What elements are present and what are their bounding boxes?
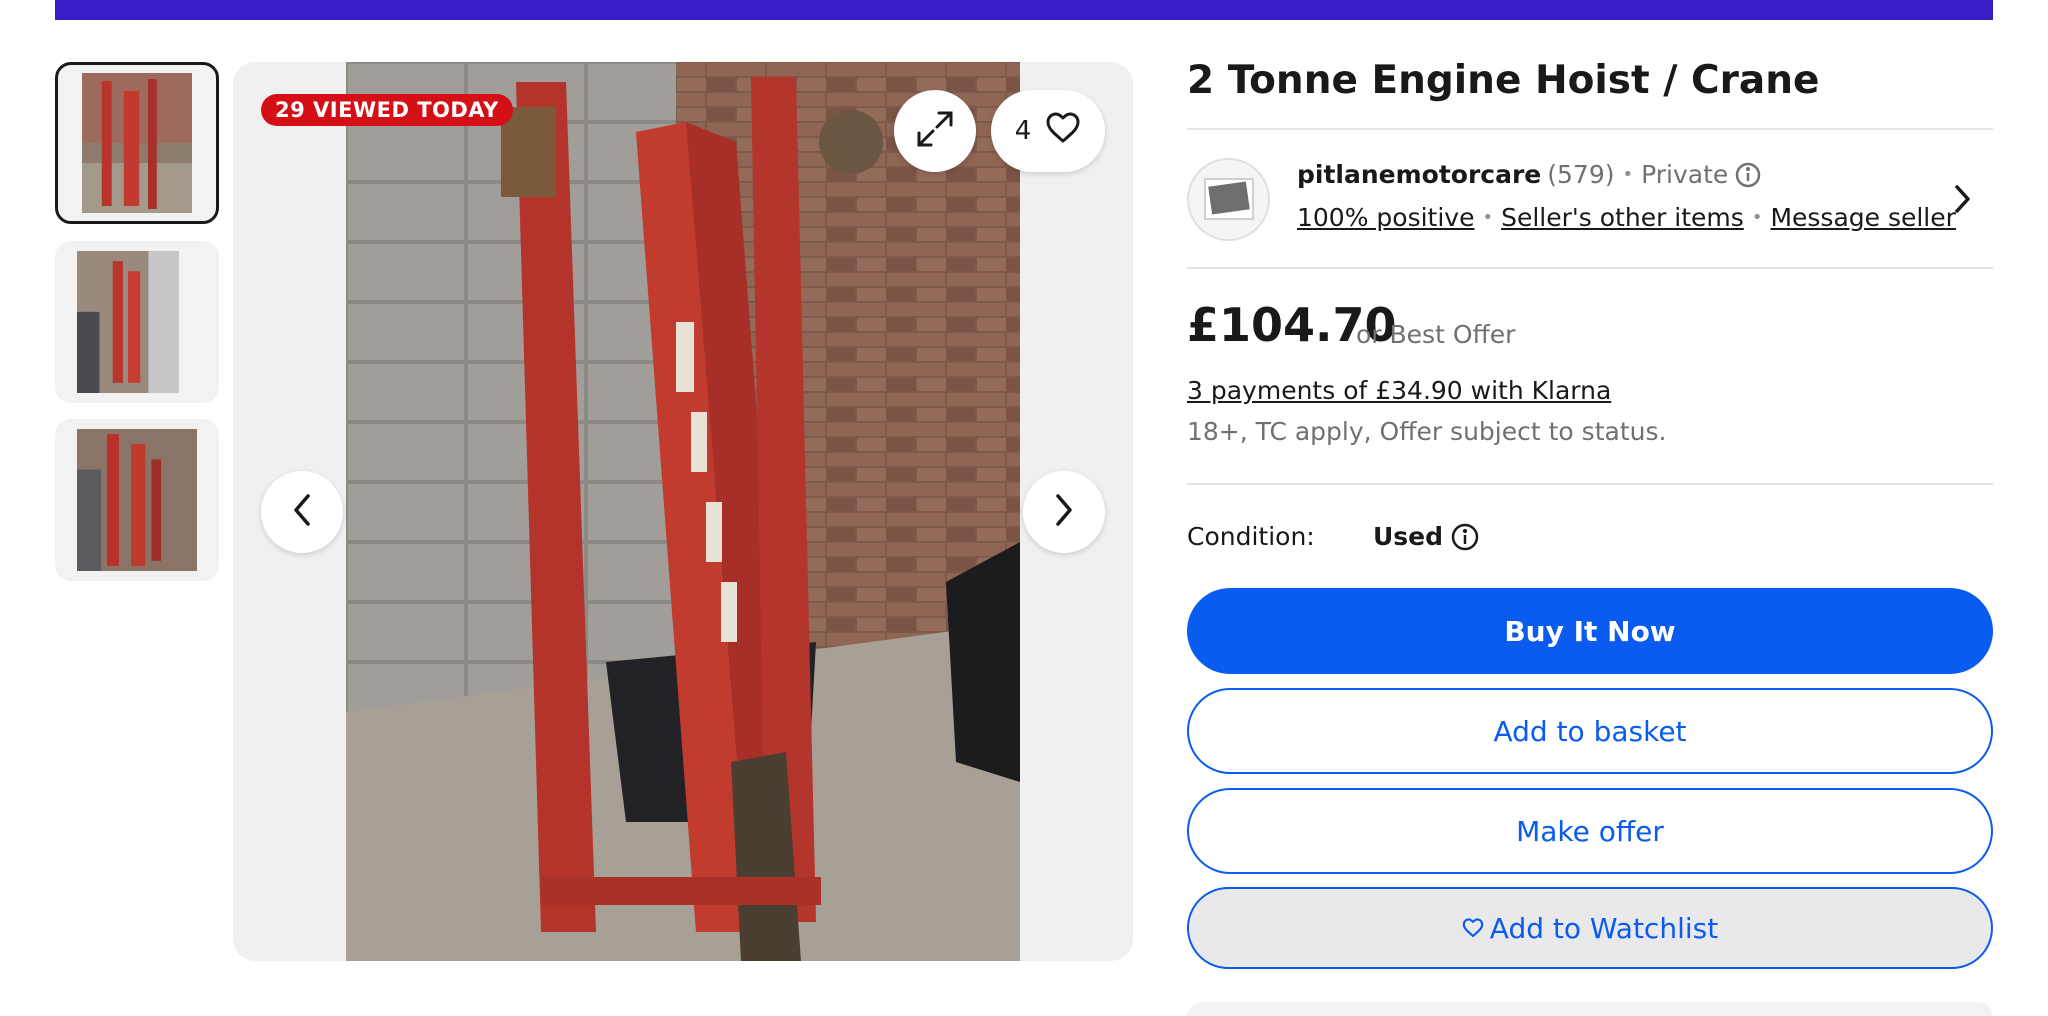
make-offer-button[interactable]: Make offer [1187, 788, 1993, 874]
heart-icon [1045, 112, 1081, 151]
top-banner-bar [55, 0, 1993, 20]
viewed-today-badge: 29 VIEWED TODAY [261, 94, 513, 126]
chevron-right-icon [1052, 492, 1076, 532]
seller-type: Private [1641, 160, 1729, 189]
best-offer-label: or Best Offer [1356, 320, 1516, 349]
klarna-terms: 18+, TC apply, Offer subject to status. [1187, 417, 1667, 446]
next-section-card [1187, 1002, 1993, 1016]
seller-avatar[interactable] [1187, 158, 1270, 241]
condition-value: Used [1373, 522, 1444, 551]
chevron-left-icon [290, 492, 314, 532]
thumbnail-3-image [77, 429, 197, 571]
seller-links: 100% positive • Seller's other items • M… [1297, 203, 1956, 232]
condition-info-icon[interactable] [1450, 522, 1480, 556]
divider [1187, 128, 1993, 130]
message-seller-link[interactable]: Message seller [1770, 203, 1955, 232]
expand-icon [915, 109, 955, 153]
thumbnail-2-image [77, 251, 179, 393]
seller-feedback-count: (579) [1547, 160, 1615, 189]
condition-label: Condition: [1187, 522, 1315, 551]
divider [1187, 483, 1993, 485]
watch-count: 4 [1014, 116, 1032, 146]
photo-placeholder-icon [1201, 173, 1257, 227]
thumbnail-1[interactable] [55, 62, 219, 224]
separator-dot: • [1751, 207, 1763, 228]
seller-name[interactable]: pitlanemotorcare [1297, 160, 1541, 189]
expand-button[interactable] [894, 90, 976, 172]
next-image-button[interactable] [1023, 471, 1105, 553]
add-to-watchlist-button[interactable]: Add to Watchlist [1187, 887, 1993, 969]
thumbnail-2[interactable] [55, 241, 219, 403]
klarna-payments-link[interactable]: 3 payments of £34.90 with Klarna [1187, 376, 1611, 405]
thumbnail-3[interactable] [55, 419, 219, 581]
separator-dot: • [1482, 207, 1494, 228]
separator-dot: • [1622, 164, 1634, 185]
watchlist-label: Add to Watchlist [1489, 911, 1719, 945]
positive-feedback-link[interactable]: 100% positive [1297, 203, 1474, 232]
seller-chevron-right-icon[interactable] [1952, 182, 1974, 220]
image-gallery: 29 VIEWED TODAY 4 [233, 62, 1133, 961]
watch-count-button[interactable]: 4 [991, 90, 1105, 172]
heart-icon [1462, 912, 1484, 945]
listing-title: 2 Tonne Engine Hoist / Crane [1187, 58, 1820, 103]
divider [1187, 267, 1993, 269]
add-to-basket-button[interactable]: Add to basket [1187, 688, 1993, 774]
seller-info: pitlanemotorcare (579) • Private [1297, 160, 1762, 189]
seller-other-items-link[interactable]: Seller's other items [1501, 203, 1744, 232]
thumbnail-1-image [82, 73, 192, 213]
buy-it-now-button[interactable]: Buy It Now [1187, 588, 1993, 674]
previous-image-button[interactable] [261, 471, 343, 553]
main-product-photo[interactable] [346, 62, 1020, 961]
info-icon[interactable] [1734, 161, 1762, 189]
